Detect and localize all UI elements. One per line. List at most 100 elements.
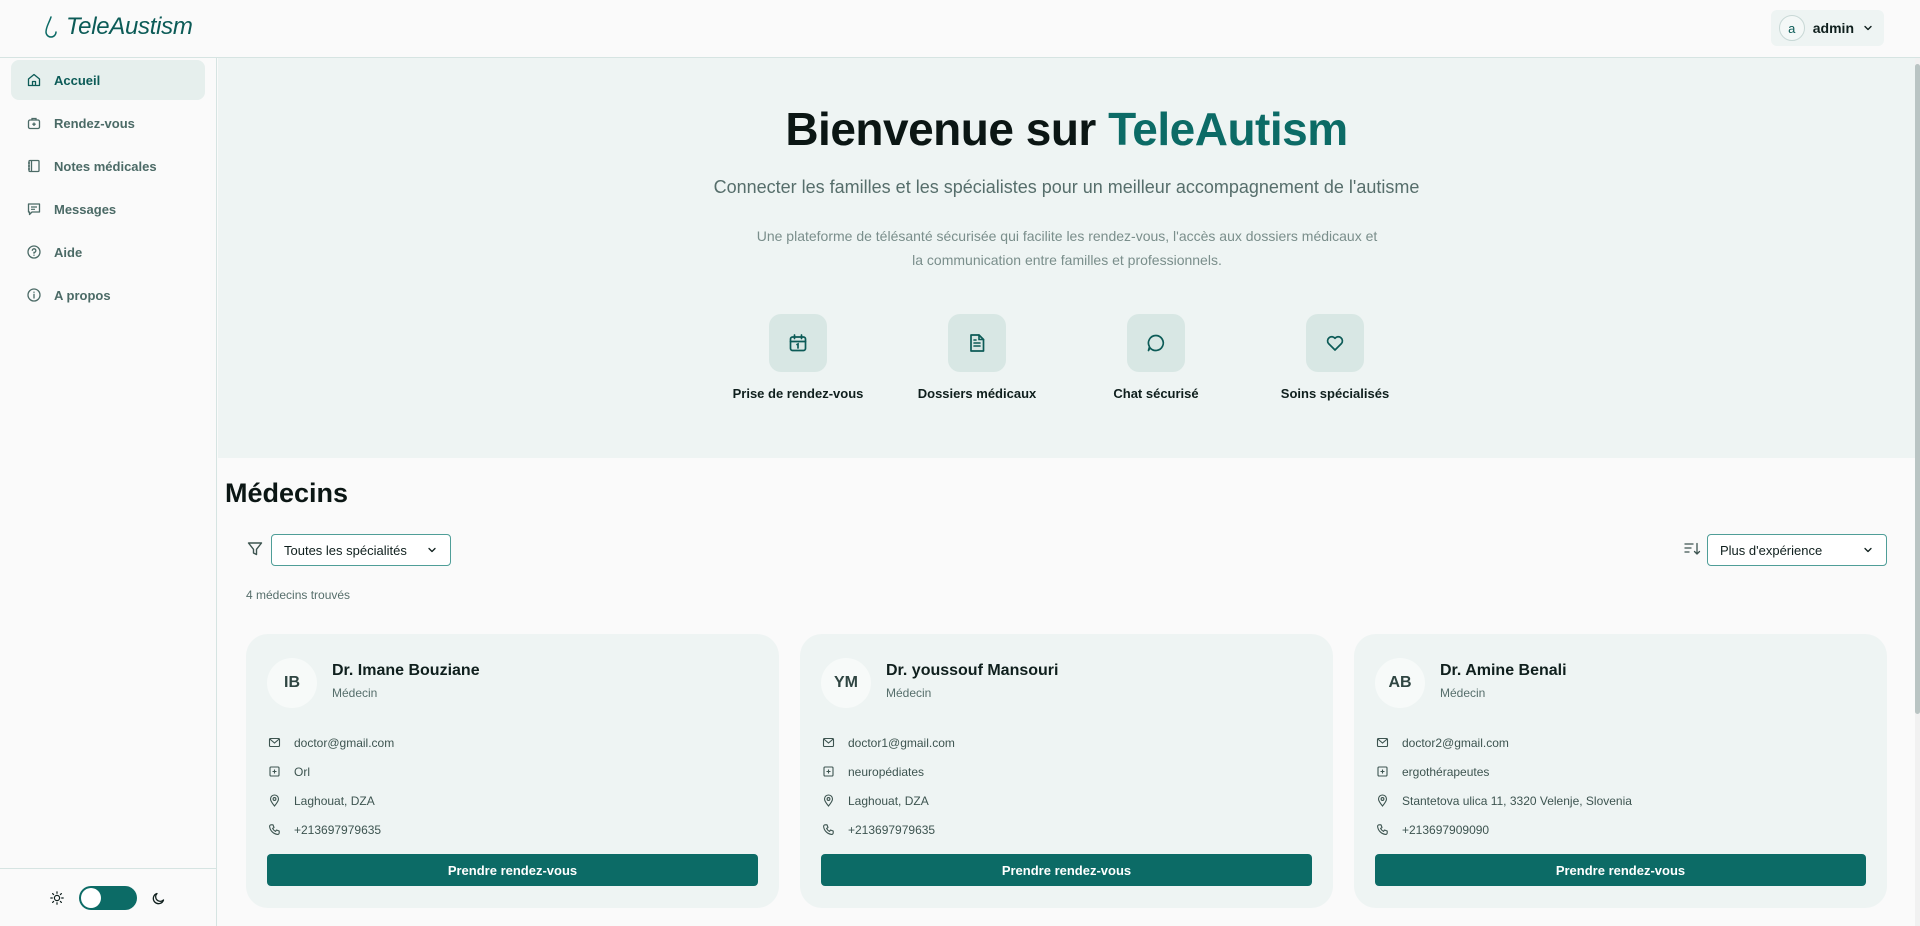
medical-badge-icon <box>269 766 280 777</box>
doctor-specialty-row: Orl <box>268 757 394 786</box>
scrollbar-thumb[interactable] <box>1915 64 1920 714</box>
hero-description: Une plateforme de télésanté sécurisée qu… <box>756 228 1378 268</box>
medical-badge-icon <box>823 766 834 777</box>
doctor-details: doctor@gmail.com Orl Laghouat, DZA +2136… <box>268 728 394 844</box>
chat-bubble-icon <box>1147 334 1165 352</box>
doctor-phone-row: +213697979635 <box>268 815 394 844</box>
chevron-down-icon <box>428 547 436 553</box>
brand-logo[interactable]: TeleAustism <box>44 13 193 41</box>
specialty-filter-select[interactable]: Toutes les spécialités <box>271 534 451 566</box>
doctor-phone-row: +213697909090 <box>1376 815 1632 844</box>
doctor-phone: +213697979635 <box>294 822 382 837</box>
specialty-filter-value: Toutes les spécialités <box>284 542 407 558</box>
feature-icon-box <box>1306 314 1364 372</box>
sidebar: Accueil Rendez-vous Notes médicales Mess… <box>0 58 217 926</box>
feature-label: Chat sécurisé <box>1113 386 1199 401</box>
sidebar-item-label: Messages <box>54 201 117 217</box>
phone-icon <box>269 824 280 835</box>
sort-select[interactable]: Plus d'expérience <box>1707 534 1887 566</box>
sidebar-item-accueil[interactable]: Accueil <box>11 60 205 100</box>
sidebar-item-rendez-vous[interactable]: Rendez-vous <box>11 103 205 143</box>
page-scrollbar[interactable] <box>1915 58 1920 926</box>
doctor-location-row: Laghouat, DZA <box>268 786 394 815</box>
sidebar-item-label: Aide <box>54 244 83 260</box>
doctor-phone: +213697979635 <box>848 822 936 837</box>
doctor-email: doctor1@gmail.com <box>848 735 955 750</box>
mail-icon <box>268 737 281 748</box>
help-circle-icon <box>27 245 41 259</box>
feature-label: Soins spécialisés <box>1280 386 1390 401</box>
user-menu-button[interactable]: a admin <box>1770 10 1884 46</box>
hero-title: Bienvenue sur TeleAutism <box>218 102 1915 156</box>
phone-icon <box>823 824 834 835</box>
chevron-down-icon <box>1864 547 1872 553</box>
doctor-specialty: Orl <box>294 764 310 779</box>
sort-value: Plus d'expérience <box>1720 542 1823 558</box>
hero-section: Bienvenue sur TeleAutism Connecter les f… <box>218 58 1915 458</box>
sun-icon <box>50 890 64 905</box>
feature-icon-box <box>769 314 827 372</box>
file-text-icon <box>970 334 985 352</box>
doctor-location: Stantetova ulica 11, 3320 Velenje, Slove… <box>1402 793 1632 808</box>
sidebar-item-a-propos[interactable]: A propos <box>11 275 205 315</box>
hero-title-prefix: Bienvenue sur <box>785 103 1109 155</box>
doctors-count: 4 médecins trouvés <box>246 588 351 602</box>
sidebar-item-label: Rendez-vous <box>54 115 135 131</box>
briefcase-medical-icon <box>27 117 41 130</box>
book-appointment-button[interactable]: Prendre rendez-vous <box>1375 854 1866 886</box>
doctors-section-title: Médecins <box>225 478 349 508</box>
doctor-card: AB Dr. Amine Benali Médecin doctor2@gmai… <box>1354 634 1887 908</box>
doctor-name: Dr. Imane Bouziane <box>332 662 480 679</box>
sidebar-item-label: Notes médicales <box>54 158 157 174</box>
doctor-role: Médecin <box>886 686 932 700</box>
mail-icon <box>1376 737 1389 748</box>
drop-icon <box>45 16 57 38</box>
feature-icon-box <box>1127 314 1185 372</box>
map-pin-icon <box>269 794 280 807</box>
phone-icon <box>1377 824 1388 835</box>
doctor-phone: +213697909090 <box>1402 822 1490 837</box>
feature-medical-records: Dossiers médicaux <box>888 314 1067 401</box>
theme-switcher <box>0 868 216 926</box>
doctor-avatar: YM <box>821 658 871 708</box>
doctor-location-row: Laghouat, DZA <box>822 786 955 815</box>
map-pin-icon <box>1377 794 1388 807</box>
heart-icon <box>1326 335 1344 351</box>
sidebar-item-notes-medicales[interactable]: Notes médicales <box>11 146 205 186</box>
home-icon <box>27 73 41 87</box>
doctor-specialty-row: neuropédiates <box>822 757 955 786</box>
doctor-card: IB Dr. Imane Bouziane Médecin doctor@gma… <box>246 634 779 908</box>
feature-label: Prise de rendez-vous <box>732 386 864 401</box>
user-name: admin <box>1812 20 1854 36</box>
doctor-email-row: doctor@gmail.com <box>268 728 394 757</box>
feature-list: Prise de rendez-vous Dossiers médicaux C… <box>218 314 1915 401</box>
sidebar-item-messages[interactable]: Messages <box>11 189 205 229</box>
top-header: TeleAustism a admin <box>0 0 1920 58</box>
doctor-role: Médecin <box>1440 686 1486 700</box>
doctor-details: doctor2@gmail.com ergothérapeutes Stante… <box>1376 728 1632 844</box>
feature-label: Dossiers médicaux <box>917 386 1037 401</box>
sidebar-item-label: Accueil <box>54 72 101 88</box>
doctor-phone-row: +213697979635 <box>822 815 955 844</box>
theme-toggle[interactable] <box>79 885 137 910</box>
map-pin-icon <box>823 794 834 807</box>
doctor-avatar: AB <box>1375 658 1425 708</box>
doctor-card-list: IB Dr. Imane Bouziane Médecin doctor@gma… <box>246 634 1887 908</box>
medical-badge-icon <box>1377 766 1388 777</box>
book-appointment-button[interactable]: Prendre rendez-vous <box>267 854 758 886</box>
chevron-down-icon <box>1864 25 1872 31</box>
hero-subtitle: Connecter les familles et les spécialist… <box>713 177 1420 197</box>
feature-icon-box <box>948 314 1006 372</box>
doctor-location-row: Stantetova ulica 11, 3320 Velenje, Slove… <box>1376 786 1632 815</box>
book-appointment-button[interactable]: Prendre rendez-vous <box>821 854 1312 886</box>
mail-icon <box>822 737 835 748</box>
doctor-email-row: doctor2@gmail.com <box>1376 728 1632 757</box>
moon-icon <box>152 892 165 904</box>
brand-name: TeleAustism <box>66 13 193 40</box>
doctor-location: Laghouat, DZA <box>294 793 375 808</box>
sidebar-item-aide[interactable]: Aide <box>11 232 205 272</box>
doctor-specialty: neuropédiates <box>848 764 925 779</box>
filter-icon <box>247 542 263 556</box>
message-square-icon <box>27 203 41 216</box>
calendar-icon <box>789 334 807 352</box>
